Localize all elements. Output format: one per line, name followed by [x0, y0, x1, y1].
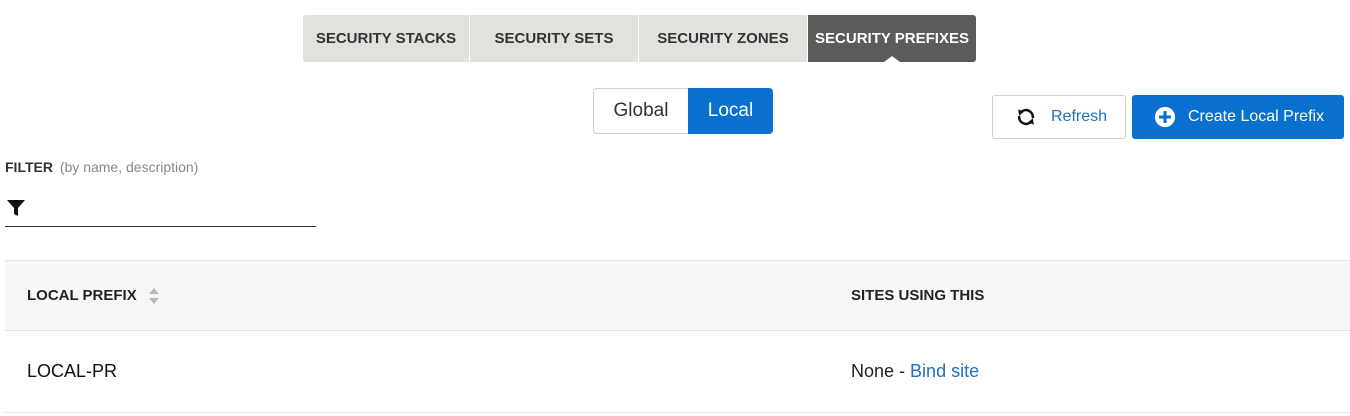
prefix-table: LOCAL PREFIX SITES USING THIS LOCAL-PR N… — [5, 260, 1350, 413]
tab-security-stacks[interactable]: SECURITY STACKS — [303, 15, 470, 62]
sites-value: None - — [851, 361, 906, 381]
scope-toggle: Global Local — [593, 88, 773, 134]
sites-cell: None - Bind site — [851, 361, 979, 382]
prefix-name-cell: LOCAL-PR — [27, 361, 118, 381]
column-header-sites-using-this: SITES USING THIS — [851, 287, 984, 304]
column-header-local-prefix[interactable]: LOCAL PREFIX — [27, 287, 160, 305]
filter-field — [5, 190, 316, 227]
filter-icon — [6, 198, 26, 218]
refresh-button[interactable]: Refresh — [992, 95, 1126, 139]
plus-circle-icon — [1154, 106, 1176, 128]
tab-security-zones[interactable]: SECURITY ZONES — [639, 15, 808, 62]
filter-hint: (by name, description) — [59, 159, 199, 175]
table-header: LOCAL PREFIX SITES USING THIS — [5, 260, 1350, 331]
create-local-prefix-label: Create Local Prefix — [1188, 108, 1325, 125]
create-local-prefix-button[interactable]: Create Local Prefix — [1132, 95, 1344, 139]
tab-security-prefixes[interactable]: SECURITY PREFIXES — [808, 15, 976, 62]
refresh-label: Refresh — [1051, 108, 1108, 125]
security-tabs: SECURITY STACKS SECURITY SETS SECURITY Z… — [303, 15, 976, 62]
refresh-icon — [1015, 106, 1037, 128]
column-header-label: LOCAL PREFIX — [27, 287, 137, 304]
filter-label: FILTER (by name, description) — [5, 159, 198, 175]
bind-site-link[interactable]: Bind site — [910, 361, 979, 381]
sort-icon[interactable] — [148, 287, 160, 305]
filter-title: FILTER — [5, 159, 53, 175]
filter-input[interactable] — [34, 193, 316, 223]
table-row: LOCAL-PR None - Bind site — [5, 331, 1350, 413]
global-toggle-button[interactable]: Global — [593, 88, 688, 134]
security-prefixes-page: SECURITY STACKS SECURITY SETS SECURITY Z… — [0, 0, 1350, 416]
local-toggle-button[interactable]: Local — [688, 88, 773, 134]
tab-security-sets[interactable]: SECURITY SETS — [470, 15, 639, 62]
column-header-label: SITES USING THIS — [851, 287, 985, 304]
